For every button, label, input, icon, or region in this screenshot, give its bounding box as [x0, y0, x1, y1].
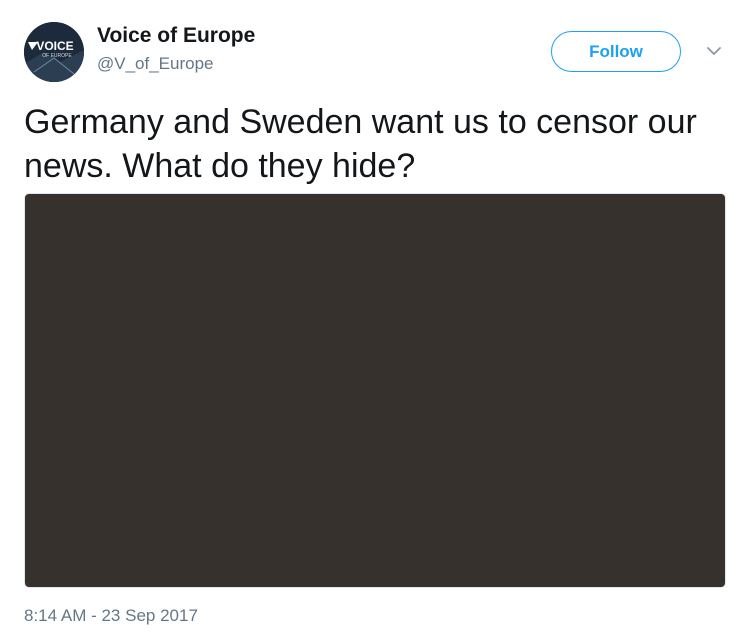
avatar[interactable]: VOICE OF EUROPE — [24, 22, 84, 82]
svg-text:OF EUROPE: OF EUROPE — [42, 53, 72, 59]
tweet-media[interactable] — [24, 193, 726, 588]
chevron-down-icon[interactable] — [704, 44, 724, 58]
tweet-text: Germany and Sweden want us to censor our… — [24, 103, 697, 185]
voice-of-europe-logo-icon: VOICE OF EUROPE — [24, 22, 84, 82]
follow-button[interactable]: Follow — [551, 31, 681, 72]
tweet-card: VOICE OF EUROPE Voice of Europe @V_of_Eu… — [0, 0, 754, 639]
user-handle[interactable]: @V_of_Europe — [97, 54, 214, 74]
svg-text:VOICE: VOICE — [36, 39, 73, 53]
display-name[interactable]: Voice of Europe — [97, 24, 255, 48]
tweet-timestamp[interactable]: 8:14 AM - 23 Sep 2017 — [24, 606, 198, 626]
